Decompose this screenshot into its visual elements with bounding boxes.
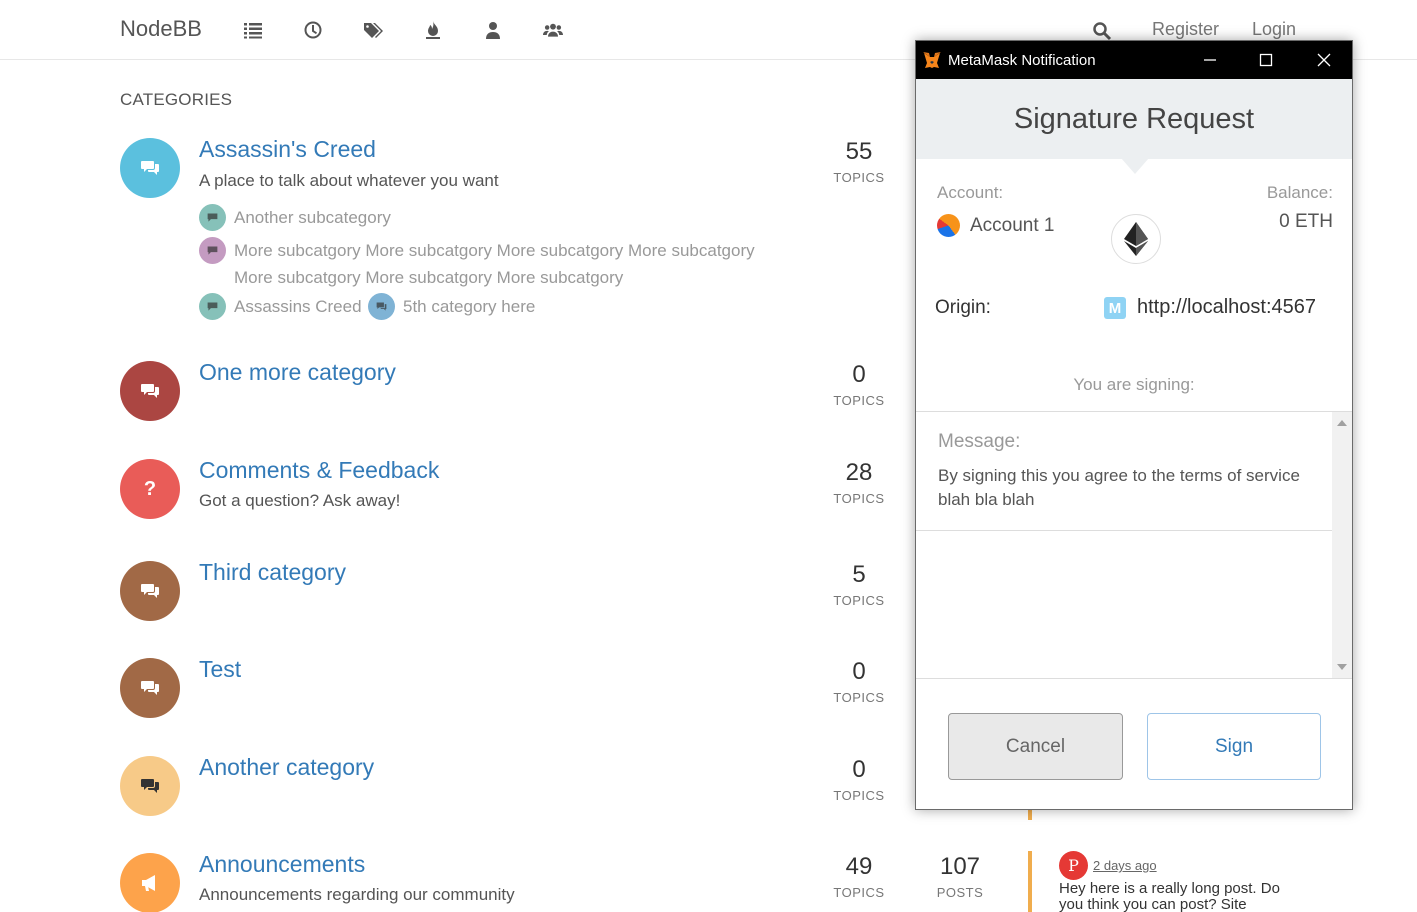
subcategory-label: More subcatgory More subcatgory More sub… — [234, 241, 755, 260]
category-title[interactable]: One more category — [199, 359, 396, 386]
subcategory-label: Another subcategory — [234, 208, 391, 227]
topic-count: 0 TOPICS — [833, 361, 885, 408]
site-favicon: M — [1104, 297, 1126, 319]
header-notch — [1121, 158, 1149, 174]
users-icon[interactable] — [541, 18, 565, 42]
signature-header: Signature Request — [916, 79, 1352, 159]
origin-url: http://localhost:4567 — [1137, 296, 1317, 318]
category-color-bar — [1028, 851, 1032, 912]
message-text: By signing this you agree to the terms o… — [938, 466, 1300, 509]
account-label: Account: — [937, 183, 1004, 202]
topic-count: 28 TOPICS — [833, 459, 885, 506]
topic-count: 5 TOPICS — [833, 561, 885, 608]
category-item: Third category 5 TOPICS — [120, 559, 900, 631]
login-link[interactable]: Login — [1252, 19, 1296, 40]
ethereum-icon — [1111, 214, 1161, 264]
topic-count: 0 TOPICS — [833, 756, 885, 803]
close-button[interactable] — [1296, 41, 1352, 79]
brand-logo[interactable]: NodeBB — [120, 16, 202, 42]
subcategory-label: 5th category here — [403, 297, 536, 316]
topic-count: 0 TOPICS — [833, 658, 885, 705]
message-scroll-area[interactable]: Message: By signing this you agree to th… — [916, 411, 1352, 679]
category-item: Another category 0 TOPICS — [120, 754, 900, 826]
sign-button[interactable]: Sign — [1147, 713, 1321, 780]
fire-icon[interactable] — [421, 18, 445, 42]
category-item: Assassin's Creed A place to talk about w… — [120, 136, 900, 328]
comments-icon[interactable] — [120, 361, 180, 421]
topic-count: 49 TOPICS — [833, 853, 885, 900]
subcategory-link[interactable]: Another subcategory — [199, 204, 391, 231]
origin-label: Origin: — [935, 297, 991, 318]
topic-count: 55 TOPICS — [833, 138, 885, 185]
subcategory-link[interactable]: Assassins Creed — [199, 293, 362, 320]
user-icon[interactable] — [481, 18, 505, 42]
minimize-button[interactable] — [1182, 41, 1238, 79]
balance-label: Balance: — [1266, 183, 1333, 202]
metamask-window: MetaMask Notification Signature Request … — [915, 40, 1353, 810]
category-item: Announcements Announcements regarding ou… — [120, 851, 983, 912]
bullhorn-icon[interactable] — [120, 853, 180, 912]
maximize-button[interactable] — [1238, 41, 1294, 79]
category-title[interactable]: Test — [199, 656, 241, 683]
category-title[interactable]: Assassin's Creed — [199, 136, 376, 163]
balance-value: 0 ETH — [1279, 211, 1333, 232]
window-title: MetaMask Notification — [948, 52, 1096, 69]
post-preview: Hey here is a really long post. Do you t… — [1059, 880, 1280, 912]
vertical-scrollbar[interactable] — [1332, 412, 1352, 678]
account-identicon — [937, 214, 960, 237]
register-link[interactable]: Register — [1152, 19, 1219, 40]
clock-icon[interactable] — [301, 18, 325, 42]
cancel-button[interactable]: Cancel — [948, 713, 1123, 780]
comments-icon[interactable] — [120, 756, 180, 816]
comment-icon — [199, 293, 226, 320]
account-name: Account 1 — [970, 215, 1055, 236]
category-item: One more category 0 TOPICS — [120, 359, 900, 431]
category-description: A place to talk about whatever you want — [199, 171, 499, 190]
comment-icon — [199, 237, 226, 264]
tags-icon[interactable] — [361, 18, 385, 42]
page-title: Signature Request — [1013, 103, 1255, 135]
scroll-up-arrow-icon[interactable] — [1337, 420, 1347, 426]
subcategory-link[interactable]: More subcatgory More subcatgory More sub… — [199, 237, 755, 291]
post-count: 107 POSTS — [936, 853, 984, 900]
post-timestamp[interactable]: 2 days ago — [1093, 858, 1157, 873]
comment-icon — [199, 204, 226, 231]
avatar[interactable]: P — [1059, 851, 1088, 880]
list-icon[interactable] — [241, 18, 265, 42]
category-item: Test 0 TOPICS — [120, 656, 900, 728]
category-title[interactable]: Comments & Feedback — [199, 457, 439, 484]
category-description: Announcements regarding our community — [199, 885, 515, 904]
question-icon[interactable]: ? — [120, 459, 180, 519]
comments-icon[interactable] — [120, 561, 180, 621]
category-description: Got a question? Ask away! — [199, 491, 401, 510]
category-title[interactable]: Announcements — [199, 851, 365, 878]
categories-heading: CATEGORIES — [120, 90, 233, 109]
comments-icon[interactable] — [120, 138, 180, 198]
subcategory-label: Assassins Creed — [234, 297, 362, 316]
comments-icon — [368, 293, 395, 320]
message-section: Message: By signing this you agree to th… — [916, 412, 1332, 531]
subcategory-label-continued: More subcatgory More subcatgory More sub… — [234, 268, 624, 287]
category-item: ? Comments & Feedback Got a question? As… — [120, 457, 900, 529]
subcategory-link[interactable]: 5th category here — [368, 293, 535, 320]
category-title[interactable]: Another category — [199, 754, 374, 781]
message-label: Message: — [938, 431, 1021, 452]
comments-icon[interactable] — [120, 658, 180, 718]
window-titlebar: MetaMask Notification — [916, 41, 1352, 79]
scroll-down-arrow-icon[interactable] — [1337, 664, 1347, 670]
signing-label: You are signing: — [1073, 375, 1195, 394]
category-title[interactable]: Third category — [199, 559, 346, 586]
metamask-fox-icon — [923, 52, 941, 68]
